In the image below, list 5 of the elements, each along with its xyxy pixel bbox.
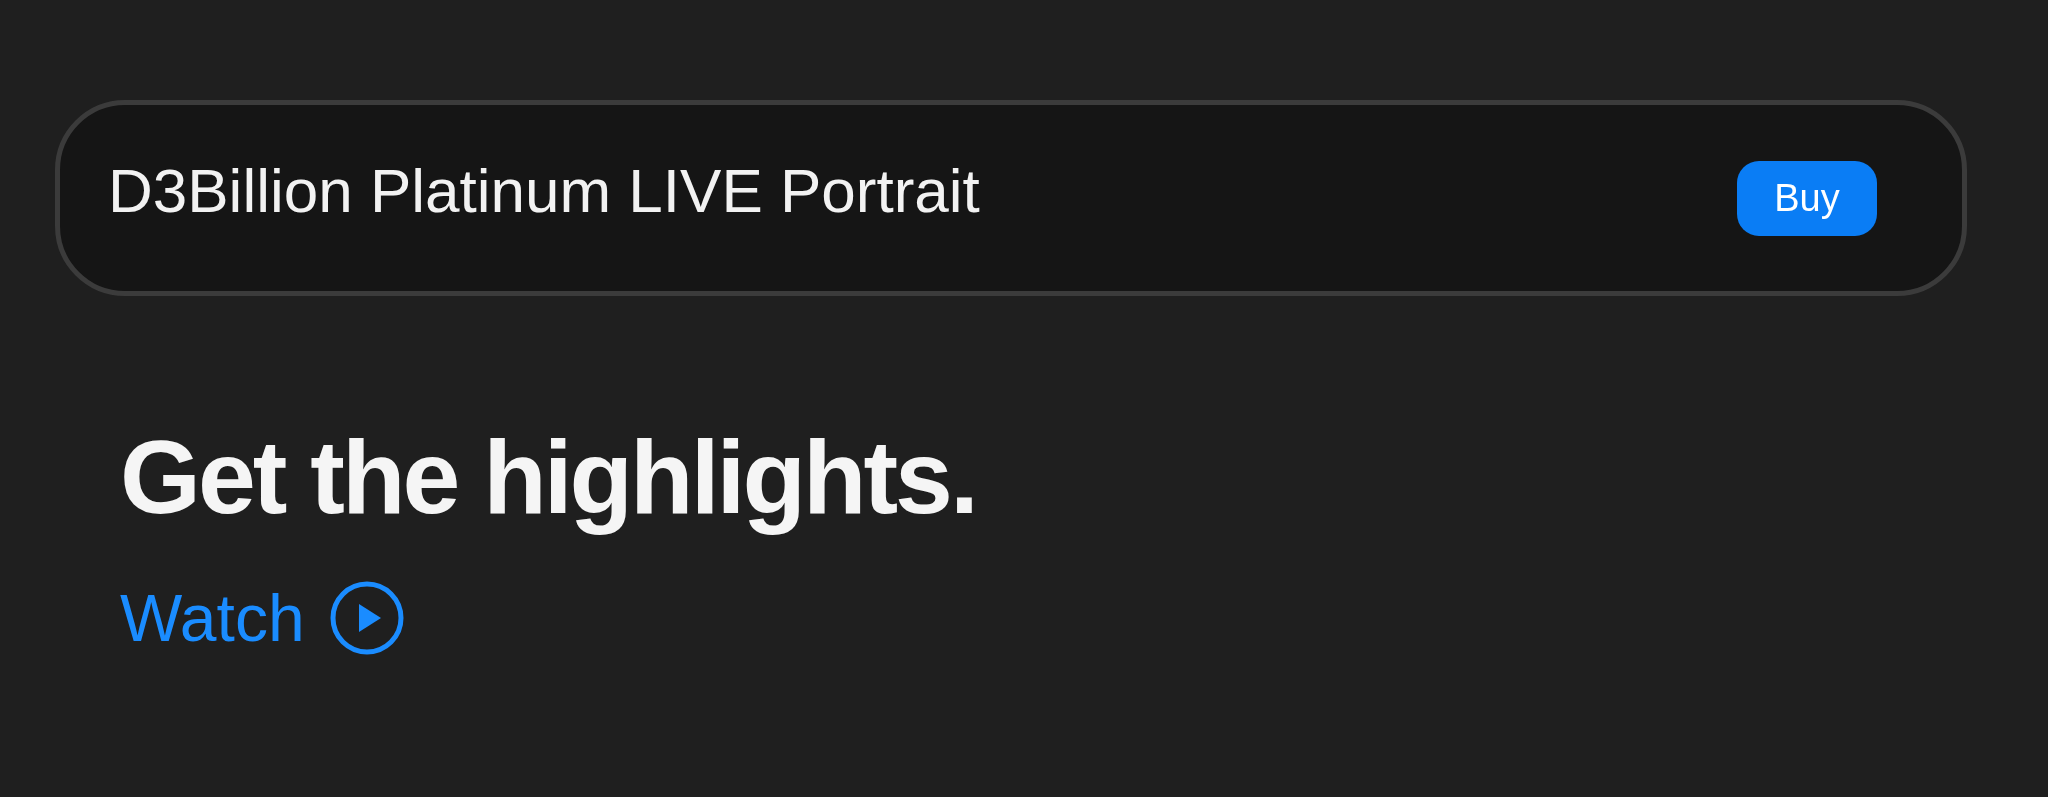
buy-button[interactable]: Buy [1737, 160, 1877, 236]
watch-link[interactable]: Watch [120, 580, 405, 656]
play-circle-icon [328, 580, 405, 656]
product-title: D3Billion Platinum LIVE Portrait [108, 154, 980, 227]
headline: Get the highlights. [120, 418, 977, 537]
